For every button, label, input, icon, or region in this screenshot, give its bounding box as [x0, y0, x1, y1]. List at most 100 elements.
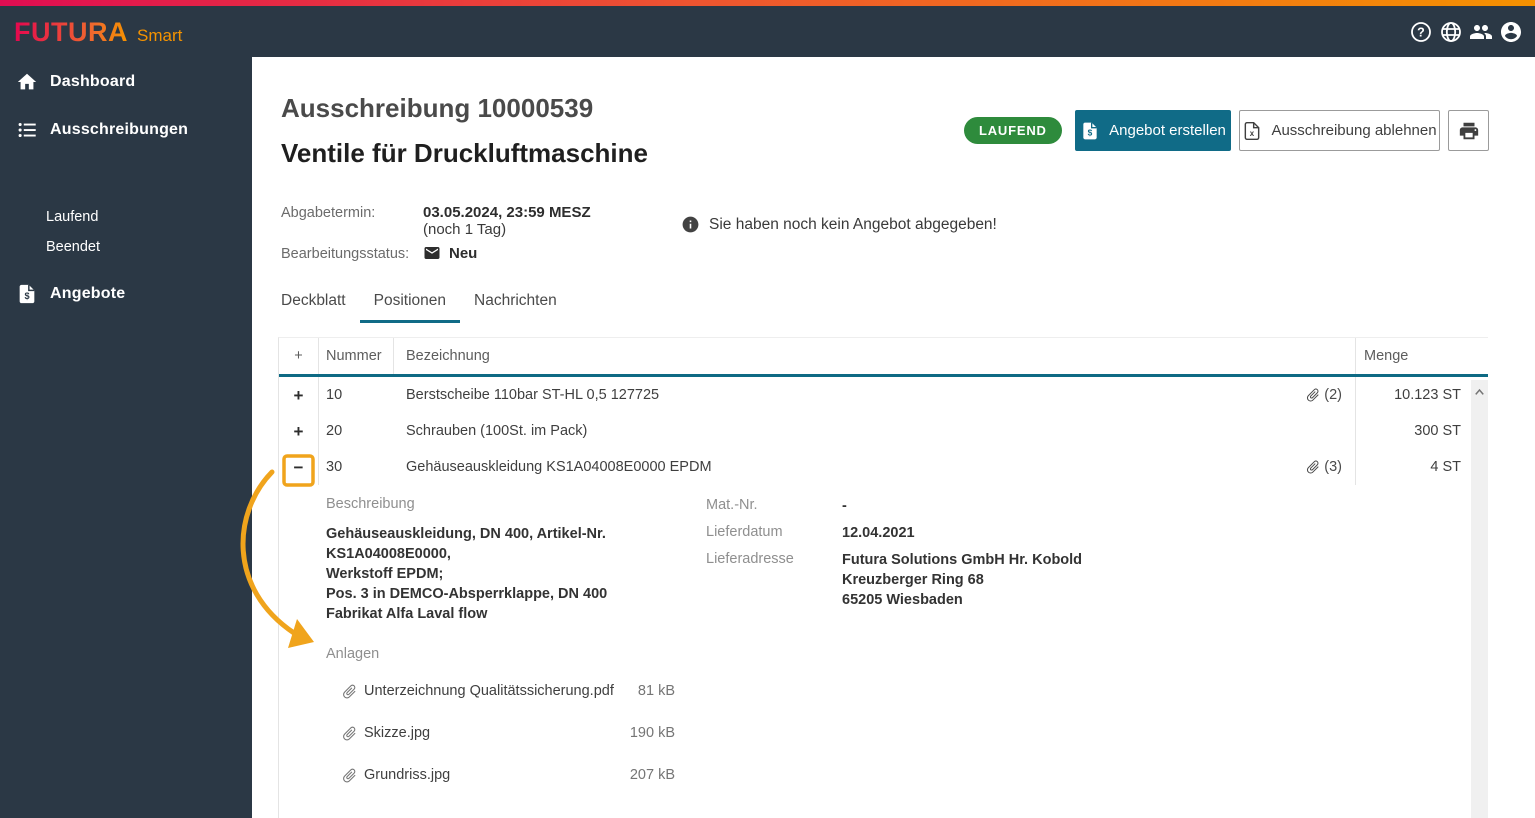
collapse-row-button[interactable]: −: [294, 459, 304, 476]
delivery-address-row: Lieferadresse Futura Solutions GmbH Hr. …: [706, 550, 1488, 610]
create-offer-button[interactable]: $ Angebot erstellen: [1075, 110, 1231, 151]
processing-status-row: Bearbeitungsstatus: Neu: [281, 244, 591, 262]
main-content: Ausschreibung 10000539 Ventile für Druck…: [252, 57, 1535, 818]
attachments-count: (3): [1324, 459, 1342, 475]
tab-positionen[interactable]: Positionen: [360, 282, 460, 323]
topbar-actions: ?: [1409, 20, 1523, 44]
status-badge: LAUFEND: [964, 117, 1062, 144]
table-row[interactable]: − 30 Gehäuseauskleidung KS1A04008E0000 E…: [279, 449, 1488, 485]
svg-text:x: x: [1250, 129, 1255, 138]
sidebar-item-label: Dashboard: [50, 73, 135, 91]
description-text: Gehäuseauskleidung, DN 400, Artikel-Nr. …: [326, 524, 706, 624]
decline-tender-label: Ausschreibung ablehnen: [1271, 122, 1436, 139]
sidebar-item-label: Angebote: [50, 285, 125, 303]
language-globe-icon[interactable]: [1439, 20, 1463, 44]
sidebar-item-ausschreibungen[interactable]: Ausschreibungen: [0, 115, 252, 145]
delivery-date-row: Lieferdatum 12.04.2021: [706, 523, 1488, 543]
topbar: FUTURA Smart ?: [0, 6, 1535, 57]
attachments-indicator: (3): [1305, 459, 1355, 475]
home-icon: [16, 71, 38, 93]
sidebar-item-dashboard[interactable]: Dashboard: [0, 67, 252, 97]
info-note-text: Sie haben noch kein Angebot abgegeben!: [709, 216, 997, 234]
delivery-date-value: 12.04.2021: [842, 523, 915, 543]
positions-table: + Nummer Bezeichnung Menge + 10 Berstsch…: [278, 337, 1488, 818]
sidebar-item-laufend[interactable]: Laufend: [46, 209, 98, 225]
attachment-item[interactable]: Grundriss.jpg 207 kB: [326, 754, 675, 796]
description-label: Beschreibung: [326, 496, 706, 512]
chevron-up-icon: [1472, 385, 1487, 400]
table-row[interactable]: + 10 Berstscheibe 110bar ST-HL 0,5 12772…: [279, 377, 1488, 413]
column-nummer: Nummer: [319, 338, 394, 374]
delivery-address-value: Futura Solutions GmbH Hr. Kobold Kreuzbe…: [842, 550, 1082, 610]
attachments-label: Anlagen: [326, 646, 1488, 662]
users-icon[interactable]: [1469, 20, 1493, 44]
cell-nummer: 20: [319, 413, 394, 449]
delivery-address-label: Lieferadresse: [706, 550, 842, 610]
paperclip-icon: [337, 679, 361, 703]
cell-menge: 4 ST: [1355, 449, 1471, 485]
page-title-name: Ventile für Druckluftmaschine: [281, 138, 648, 169]
app: { "brand": { "name": "FUTURA", "suffix":…: [0, 0, 1535, 818]
mat-nr-row: Mat.-Nr. -: [706, 496, 1488, 516]
offer-document-icon: $: [16, 283, 38, 305]
paperclip-icon: [1302, 456, 1325, 479]
cell-nummer: 10: [319, 377, 394, 413]
expand-row-button[interactable]: +: [294, 387, 304, 404]
cell-bezeichnung: Gehäuseauskleidung KS1A04008E0000 EPDM: [406, 459, 712, 475]
cell-bezeichnung: Schrauben (100St. im Pack): [406, 423, 587, 439]
sidebar-item-beendet[interactable]: Beendet: [46, 239, 100, 255]
meta-section: Abgabetermin: 03.05.2024, 23:59 MESZ (no…: [281, 204, 591, 262]
deadline-value: 03.05.2024, 23:59 MESZ: [423, 204, 591, 221]
processing-status-value: Neu: [449, 245, 477, 262]
attachments-list: Unterzeichnung Qualitätssicherung.pdf 81…: [326, 670, 1488, 796]
tab-nachrichten[interactable]: Nachrichten: [474, 282, 557, 323]
mat-nr-value: -: [842, 496, 847, 516]
svg-text:?: ?: [1417, 25, 1425, 39]
attachments-indicator: (2): [1305, 387, 1355, 403]
position-detail-panel: Beschreibung Gehäuseauskleidung, DN 400,…: [279, 485, 1488, 796]
attachment-name: Skizze.jpg: [364, 725, 430, 741]
paperclip-icon: [1302, 384, 1325, 407]
expand-row-button[interactable]: +: [294, 423, 304, 440]
paperclip-icon: [337, 721, 361, 745]
attachment-name: Unterzeichnung Qualitätssicherung.pdf: [364, 683, 614, 699]
svg-text:$: $: [1088, 127, 1093, 137]
printer-icon: [1458, 120, 1480, 142]
decline-tender-button[interactable]: x Ausschreibung ablehnen: [1239, 110, 1440, 151]
sidebar-item-angebote[interactable]: $ Angebote: [0, 279, 252, 309]
column-bezeichnung: Bezeichnung: [394, 348, 1355, 364]
app-logo: FUTURA Smart: [14, 17, 182, 48]
column-expand: +: [279, 338, 319, 374]
column-menge: Menge: [1355, 338, 1471, 374]
list-icon: [16, 119, 38, 141]
table-row[interactable]: + 20 Schrauben (100St. im Pack) 300 ST: [279, 413, 1488, 449]
mat-nr-label: Mat.-Nr.: [706, 496, 842, 516]
cell-nummer: 30: [319, 449, 394, 485]
attachment-size: 207 kB: [630, 767, 675, 783]
attachment-name: Grundriss.jpg: [364, 767, 450, 783]
processing-status-label: Bearbeitungsstatus:: [281, 245, 423, 262]
scroll-up-button[interactable]: [1471, 384, 1488, 400]
table-header: + Nummer Bezeichnung Menge: [279, 338, 1488, 377]
logo-suffix: Smart: [137, 26, 182, 46]
help-icon[interactable]: ?: [1409, 20, 1433, 44]
sidebar: Dashboard Ausschreibungen Laufend Beende…: [0, 57, 252, 818]
tab-deckblatt[interactable]: Deckblatt: [281, 282, 346, 323]
envelope-icon: [423, 244, 441, 262]
paperclip-icon: [337, 763, 361, 787]
deadline-label: Abgabetermin:: [281, 204, 423, 238]
cell-menge: 10.123 ST: [1355, 377, 1471, 413]
sidebar-item-label: Ausschreibungen: [50, 121, 188, 139]
attachments-count: (2): [1324, 387, 1342, 403]
logo-text: FUTURA: [14, 17, 128, 48]
print-button[interactable]: [1448, 110, 1489, 151]
deadline-note: (noch 1 Tag): [423, 221, 591, 238]
attachment-item[interactable]: Unterzeichnung Qualitätssicherung.pdf 81…: [326, 670, 675, 712]
delivery-date-label: Lieferdatum: [706, 523, 842, 543]
account-icon[interactable]: [1499, 20, 1523, 44]
offer-document-icon: $: [1080, 121, 1100, 141]
attachment-item[interactable]: Skizze.jpg 190 kB: [326, 712, 675, 754]
svg-text:$: $: [24, 291, 29, 301]
cell-bezeichnung: Berstscheibe 110bar ST-HL 0,5 127725: [406, 387, 659, 403]
table-scrollbar[interactable]: [1471, 380, 1488, 818]
